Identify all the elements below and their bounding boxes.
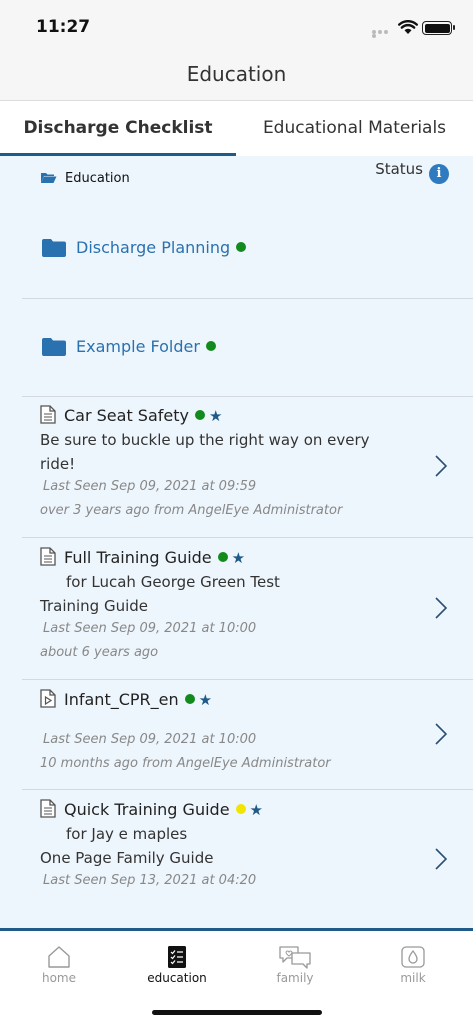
home-icon (48, 946, 70, 968)
status-dot (236, 242, 247, 252)
folder-row-discharge-planning[interactable]: Discharge Planning (22, 200, 473, 299)
item-title: Infant_CPR_en (64, 690, 179, 709)
chevron-right-icon[interactable] (435, 848, 447, 870)
status-header: Status i (375, 160, 449, 184)
page-title: Education (186, 62, 287, 86)
tab-educational-materials[interactable]: Educational Materials (236, 101, 473, 157)
status-dot (194, 410, 205, 420)
video-icon (40, 689, 56, 708)
milk-drop-icon (401, 946, 425, 968)
item-title-row: Quick Training Guide ★ (40, 799, 263, 819)
tabbar-family[interactable]: family (236, 945, 354, 985)
list-item-car-seat-safety[interactable]: Car Seat Safety ★ Be sure to buckle up th… (22, 397, 473, 538)
item-ago: over 3 years ago from AngelEye Administr… (40, 503, 343, 518)
open-folder-icon (41, 173, 57, 183)
chevron-right-icon[interactable] (435, 455, 447, 477)
wifi-icon (398, 20, 418, 34)
segmented-tabs: Discharge Checklist Educational Material… (0, 100, 473, 157)
checklist-icon (168, 946, 186, 968)
chevron-right-icon[interactable] (435, 597, 447, 619)
tabbar-milk[interactable]: milk (354, 945, 472, 985)
item-title-row: Car Seat Safety ★ (40, 405, 222, 425)
item-last-seen: Last Seen Sep 13, 2021 at 04:20 (43, 873, 257, 888)
status-dot (184, 694, 195, 704)
breadcrumb[interactable]: Education (40, 171, 130, 186)
star-icon: ★ (231, 549, 246, 567)
status-bar: 11:27 (0, 0, 473, 56)
chevron-right-icon[interactable] (435, 723, 447, 745)
checklist-content: Education Status i Discharge Planning Exa… (0, 156, 473, 928)
tabbar-label: milk (400, 971, 426, 985)
tabbar-education[interactable]: education (118, 945, 236, 985)
item-description: for Lucah George Green Test (66, 573, 280, 591)
folder-entry: Example Folder (42, 337, 216, 356)
star-icon: ★ (208, 407, 223, 425)
item-last-seen: Last Seen Sep 09, 2021 at 10:00 (43, 621, 257, 636)
list-item-quick-training-guide[interactable]: Quick Training Guide ★ for Jay e maples O… (22, 790, 473, 928)
breadcrumb-label: Education (65, 171, 130, 186)
status-dot (217, 552, 228, 562)
star-icon: ★ (198, 691, 213, 709)
document-icon (40, 799, 56, 818)
item-title: Full Training Guide (64, 548, 212, 567)
item-ago: 10 months ago from AngelEye Administrato… (40, 756, 331, 771)
chat-icon (279, 946, 311, 969)
folder-name: Discharge Planning (76, 238, 231, 257)
status-dot (235, 804, 246, 814)
cellular-signal-icon (372, 30, 394, 38)
item-description-cont: One Page Family Guide (40, 849, 214, 867)
item-last-seen: Last Seen Sep 09, 2021 at 10:00 (43, 732, 257, 747)
folder-row-example-folder[interactable]: Example Folder (22, 299, 473, 397)
status-time: 11:27 (36, 17, 91, 37)
item-description-cont: ride! (40, 455, 76, 473)
bottom-tab-bar: home education family milk (0, 928, 473, 1024)
battery-icon (422, 21, 455, 35)
tab-discharge-checklist[interactable]: Discharge Checklist (0, 101, 236, 157)
tabbar-label: family (276, 971, 314, 985)
info-icon[interactable]: i (429, 164, 449, 184)
item-title: Car Seat Safety (64, 406, 189, 425)
item-title: Quick Training Guide (64, 800, 230, 819)
star-icon: ★ (249, 801, 263, 819)
document-icon (40, 405, 56, 424)
tabbar-label: home (41, 971, 77, 985)
status-dot (205, 341, 216, 351)
folder-icon (42, 338, 66, 356)
folder-entry: Discharge Planning (42, 238, 247, 257)
folder-icon (42, 239, 66, 257)
list-item-infant-cpr[interactable]: Infant_CPR_en ★ Last Seen Sep 09, 2021 at… (22, 680, 473, 790)
status-header-label: Status (375, 160, 423, 178)
item-ago: about 6 years ago (40, 645, 159, 660)
document-icon (40, 547, 56, 566)
item-title-row: Full Training Guide ★ (40, 547, 245, 567)
tabbar-label: education (147, 971, 207, 985)
item-description: Be sure to buckle up the right way on ev… (40, 431, 370, 449)
item-description-cont: Training Guide (40, 597, 149, 615)
tabbar-home[interactable]: home (0, 945, 118, 985)
item-description: for Jay e maples (66, 825, 188, 843)
folder-name: Example Folder (76, 337, 200, 356)
home-indicator (152, 1010, 322, 1015)
list-item-full-training-guide[interactable]: Full Training Guide ★ for Lucah George Gr… (22, 538, 473, 680)
item-title-row: Infant_CPR_en ★ (40, 689, 212, 709)
item-last-seen: Last Seen Sep 09, 2021 at 09:59 (43, 479, 257, 494)
